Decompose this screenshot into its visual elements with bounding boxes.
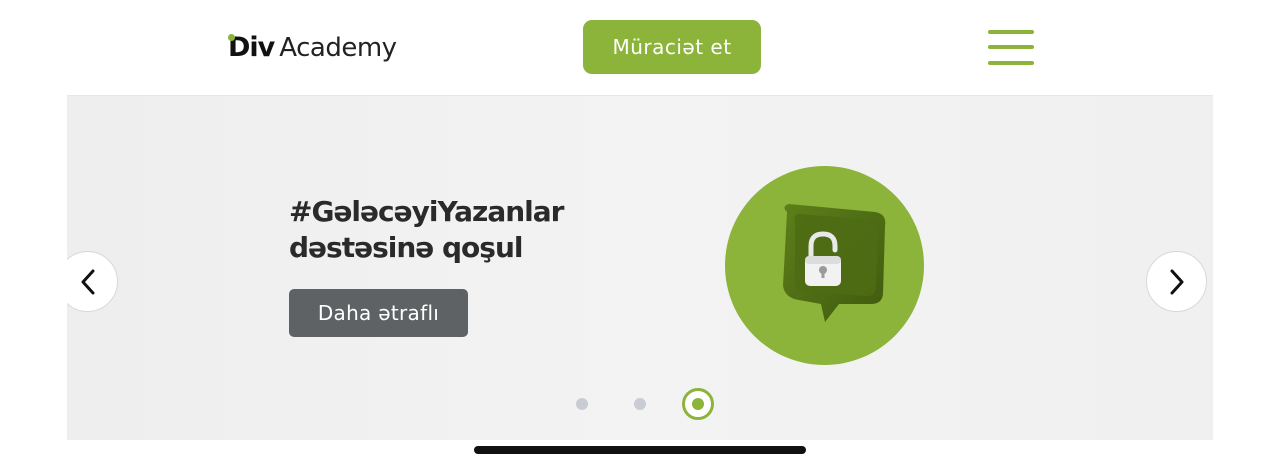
menu-line [988, 30, 1034, 34]
apply-button-label: Müraciət et [612, 35, 732, 59]
learn-more-button[interactable]: Daha ətraflı [289, 289, 468, 337]
hamburger-menu-icon[interactable] [986, 30, 1036, 68]
chevron-right-icon [1170, 269, 1183, 294]
carousel-dot-3-active[interactable] [682, 388, 714, 420]
carousel-dot-1[interactable] [576, 398, 588, 410]
hero-title: #GələcəyiYazanlar dəstəsinə qoşul [289, 195, 564, 264]
menu-line [988, 61, 1034, 65]
carousel-prev-button[interactable] [67, 251, 118, 312]
home-indicator [474, 446, 806, 454]
apply-button[interactable]: Müraciət et [583, 20, 761, 74]
logo-text: Academy [279, 33, 397, 63]
chevron-left-icon [81, 269, 94, 294]
carousel-dot-2[interactable] [634, 398, 646, 410]
site-header: Div Academy Müraciət et [0, 0, 1280, 95]
hero-illustration [725, 166, 924, 365]
menu-line [988, 45, 1034, 49]
unlocked-padlock-chat-bubble-icon [783, 204, 886, 322]
learn-more-label: Daha ətraflı [317, 301, 440, 325]
carousel-next-button[interactable] [1146, 251, 1207, 312]
logo-dot-icon [228, 34, 235, 41]
div-academy-logo[interactable]: Div Academy [228, 32, 397, 68]
hero-carousel: #GələcəyiYazanlar dəstəsinə qoşul Daha ə… [67, 95, 1213, 440]
